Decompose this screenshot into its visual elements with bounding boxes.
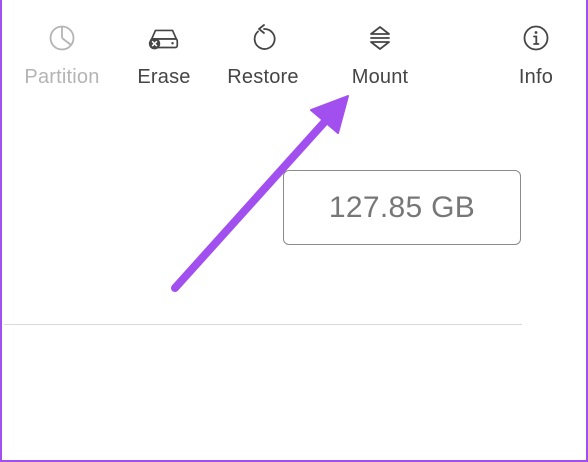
- toolbar: Partition Erase Restore Mount Info: [0, 0, 588, 110]
- volume-capacity-box: 127.85 GB: [283, 170, 521, 245]
- toolbar-erase-button[interactable]: Erase: [130, 20, 198, 89]
- toolbar-restore-label: Restore: [227, 66, 299, 88]
- erase-disk-icon: [146, 20, 182, 56]
- toolbar-partition-label: Partition: [24, 66, 100, 88]
- toolbar-erase-label: Erase: [137, 66, 191, 88]
- toolbar-restore-button[interactable]: Restore: [220, 20, 306, 89]
- partition-icon: [44, 20, 80, 56]
- content-divider: [4, 324, 522, 325]
- mount-icon: [362, 20, 398, 56]
- toolbar-info-label: Info: [518, 66, 554, 88]
- info-icon: [518, 20, 554, 56]
- toolbar-mount-label: Mount: [351, 66, 409, 88]
- volume-capacity-value: 127.85 GB: [328, 190, 476, 224]
- toolbar-mount-button[interactable]: Mount: [343, 20, 417, 89]
- toolbar-info-button[interactable]: Info: [508, 20, 564, 89]
- restore-icon: [245, 20, 281, 56]
- toolbar-partition-button[interactable]: Partition: [18, 20, 106, 89]
